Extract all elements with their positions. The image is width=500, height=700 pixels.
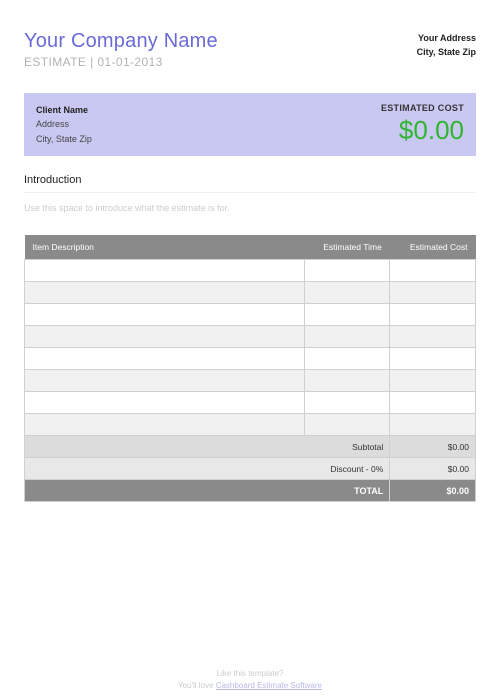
cell-time[interactable] (304, 414, 390, 436)
cell-time[interactable] (304, 392, 390, 414)
footer-line1: Like this template? (0, 668, 500, 680)
discount-value: $0.00 (390, 458, 476, 480)
estimate-date: 01-01-2013 (97, 55, 162, 69)
estimate-line: ESTIMATE | 01-01-2013 (24, 55, 218, 69)
client-city-state-zip: City, State Zip (36, 132, 92, 146)
estimated-cost-block: ESTIMATED COST $0.00 (381, 103, 464, 146)
introduction-placeholder: Use this space to introduce what the est… (24, 203, 476, 213)
client-info: Client Name Address City, State Zip (36, 103, 92, 146)
company-name: Your Company Name (24, 30, 218, 53)
cell-description[interactable] (25, 370, 305, 392)
cell-description[interactable] (25, 282, 305, 304)
your-address-block: Your Address City, State Zip (417, 30, 476, 59)
table-header-row: Item Description Estimated Time Estimate… (25, 235, 476, 260)
footer-line2: You'll love Cashboard Estimate Software (0, 680, 500, 692)
footer: Like this template? You'll love Cashboar… (0, 668, 500, 692)
introduction-heading: Introduction (24, 174, 476, 193)
estimated-cost-label: ESTIMATED COST (381, 103, 464, 113)
total-value: $0.00 (390, 480, 476, 502)
cell-description[interactable] (25, 348, 305, 370)
col-header-estimated-cost: Estimated Cost (390, 235, 476, 260)
subtotal-row: Subtotal $0.00 (25, 436, 476, 458)
your-address-line1: Your Address (417, 32, 476, 46)
cell-cost[interactable] (390, 414, 476, 436)
cell-time[interactable] (304, 304, 390, 326)
your-address-line2: City, State Zip (417, 46, 476, 60)
cell-time[interactable] (304, 260, 390, 282)
client-name: Client Name (36, 103, 92, 117)
footer-link[interactable]: Cashboard Estimate Software (216, 681, 322, 690)
cell-time[interactable] (304, 348, 390, 370)
cell-time[interactable] (304, 370, 390, 392)
col-header-description: Item Description (25, 235, 305, 260)
cell-cost[interactable] (390, 348, 476, 370)
cell-description[interactable] (25, 326, 305, 348)
header: Your Company Name ESTIMATE | 01-01-2013 … (24, 30, 476, 69)
cell-cost[interactable] (390, 370, 476, 392)
cell-time[interactable] (304, 282, 390, 304)
cell-time[interactable] (304, 326, 390, 348)
total-row: TOTAL $0.00 (25, 480, 476, 502)
cell-cost[interactable] (390, 304, 476, 326)
client-address: Address (36, 117, 92, 131)
subtotal-label: Subtotal (25, 436, 390, 458)
items-table: Item Description Estimated Time Estimate… (24, 235, 476, 502)
cell-cost[interactable] (390, 326, 476, 348)
estimate-label: ESTIMATE (24, 55, 86, 69)
cell-description[interactable] (25, 260, 305, 282)
cell-cost[interactable] (390, 282, 476, 304)
cell-cost[interactable] (390, 392, 476, 414)
table-row (25, 304, 476, 326)
cell-description[interactable] (25, 392, 305, 414)
table-row (25, 260, 476, 282)
table-row (25, 392, 476, 414)
estimated-cost-value: $0.00 (381, 115, 464, 146)
col-header-estimated-time: Estimated Time (304, 235, 390, 260)
discount-row: Discount - 0% $0.00 (25, 458, 476, 480)
table-row (25, 414, 476, 436)
discount-label: Discount - 0% (25, 458, 390, 480)
table-row (25, 370, 476, 392)
client-box: Client Name Address City, State Zip ESTI… (24, 93, 476, 156)
table-row (25, 348, 476, 370)
cell-cost[interactable] (390, 260, 476, 282)
table-row (25, 282, 476, 304)
table-row (25, 326, 476, 348)
cell-description[interactable] (25, 304, 305, 326)
footer-line2-prefix: You'll love (178, 681, 216, 690)
company-block: Your Company Name ESTIMATE | 01-01-2013 (24, 30, 218, 69)
cell-description[interactable] (25, 414, 305, 436)
total-label: TOTAL (25, 480, 390, 502)
subtotal-value: $0.00 (390, 436, 476, 458)
